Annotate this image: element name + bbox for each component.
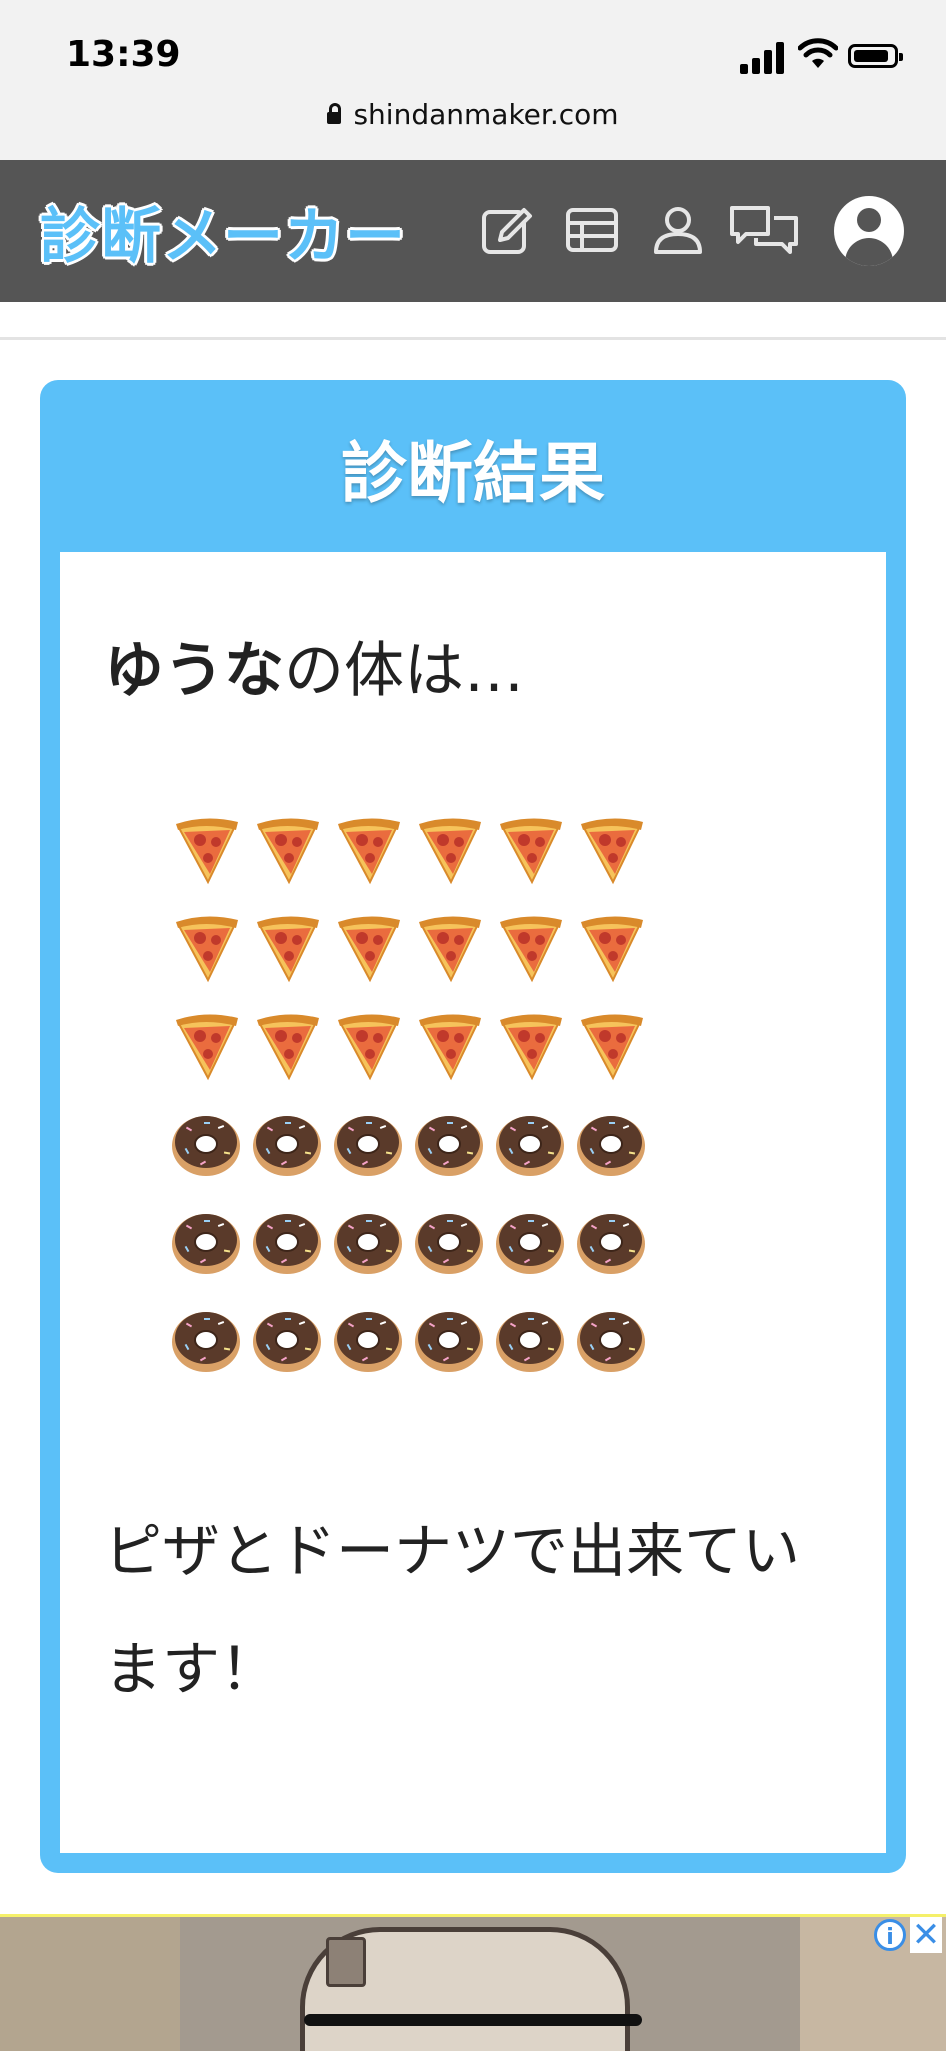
home-indicator[interactable]	[304, 2014, 642, 2026]
pizza-icon	[257, 818, 319, 885]
emoji-grid	[170, 814, 656, 1402]
donut-icon	[253, 1312, 321, 1372]
ad-close-icon[interactable]: ✕	[910, 1917, 942, 1953]
donut-icon	[334, 1116, 402, 1176]
pizza-icon	[176, 1014, 238, 1081]
donut-icon	[334, 1214, 402, 1274]
ad-banner[interactable]: i ✕	[0, 1914, 946, 2051]
pizza-icon	[338, 916, 400, 983]
pizza-icon	[257, 1014, 319, 1081]
pizza-icon	[338, 818, 400, 885]
pizza-icon	[419, 818, 481, 885]
emoji-row	[170, 814, 656, 912]
pizza-icon	[500, 916, 562, 983]
result-text: ピザとドーナツで出来ています！	[104, 1517, 801, 1703]
url-bar[interactable]: shindanmaker.com	[0, 98, 946, 131]
pizza-icon	[419, 1014, 481, 1081]
site-header: 診断メーカー	[0, 160, 946, 302]
donut-icon	[496, 1116, 564, 1176]
donut-icon	[172, 1312, 240, 1372]
status-bar: 13:39 shindanmaker.com	[0, 0, 946, 160]
result-intro: ゆうなの体は…	[104, 622, 524, 709]
pizza-icon	[581, 1014, 643, 1081]
battery-icon	[848, 44, 903, 68]
pizza-icon	[176, 916, 238, 983]
emoji-row	[170, 912, 656, 1010]
site-logo[interactable]: 診断メーカー	[40, 188, 406, 275]
emoji-row	[170, 1206, 656, 1304]
avatar-icon[interactable]	[834, 196, 904, 266]
donut-icon	[577, 1214, 645, 1274]
avatar-head	[857, 208, 881, 232]
pizza-icon	[581, 818, 643, 885]
pizza-icon	[500, 818, 562, 885]
donut-icon	[172, 1214, 240, 1274]
status-time: 13:39	[66, 34, 181, 75]
ad-image-left	[0, 1917, 180, 2051]
header-divider	[0, 337, 946, 340]
user-icon[interactable]	[648, 200, 708, 260]
result-card: 診断結果 ゆうなの体は… ピザとドーナツで出来ています！	[40, 380, 906, 1873]
donut-icon	[172, 1116, 240, 1176]
pizza-icon	[419, 916, 481, 983]
donut-icon	[253, 1116, 321, 1176]
pizza-icon	[257, 916, 319, 983]
emoji-row	[170, 1010, 656, 1108]
wifi-icon	[798, 38, 838, 68]
pizza-icon	[176, 818, 238, 885]
result-card-title: 診断結果	[341, 435, 605, 512]
pizza-icon	[581, 916, 643, 983]
pizza-icon	[338, 1014, 400, 1081]
donut-icon	[253, 1214, 321, 1274]
donut-icon	[334, 1312, 402, 1372]
result-card-body: ゆうなの体は… ピザとドーナツで出来ています！	[60, 552, 886, 1853]
edit-icon[interactable]	[478, 200, 538, 260]
ad-illustration-detail	[326, 1937, 366, 1987]
donut-icon	[577, 1312, 645, 1372]
cellular-signal-icon	[740, 40, 786, 74]
donut-icon	[415, 1312, 483, 1372]
table-icon[interactable]	[562, 200, 622, 260]
donut-icon	[415, 1214, 483, 1274]
emoji-row	[170, 1304, 656, 1402]
avatar-body	[845, 238, 893, 266]
intro-suffix: の体は…	[284, 636, 524, 706]
donut-icon	[577, 1116, 645, 1176]
url-text: shindanmaker.com	[353, 98, 619, 131]
ad-info-icon[interactable]: i	[874, 1919, 906, 1951]
user-name: ゆうな	[104, 636, 284, 706]
pizza-icon	[500, 1014, 562, 1081]
donut-icon	[496, 1214, 564, 1274]
donut-icon	[415, 1116, 483, 1176]
donut-icon	[496, 1312, 564, 1372]
chat-icon[interactable]	[728, 200, 800, 260]
emoji-row	[170, 1108, 656, 1206]
lock-icon	[327, 103, 342, 124]
